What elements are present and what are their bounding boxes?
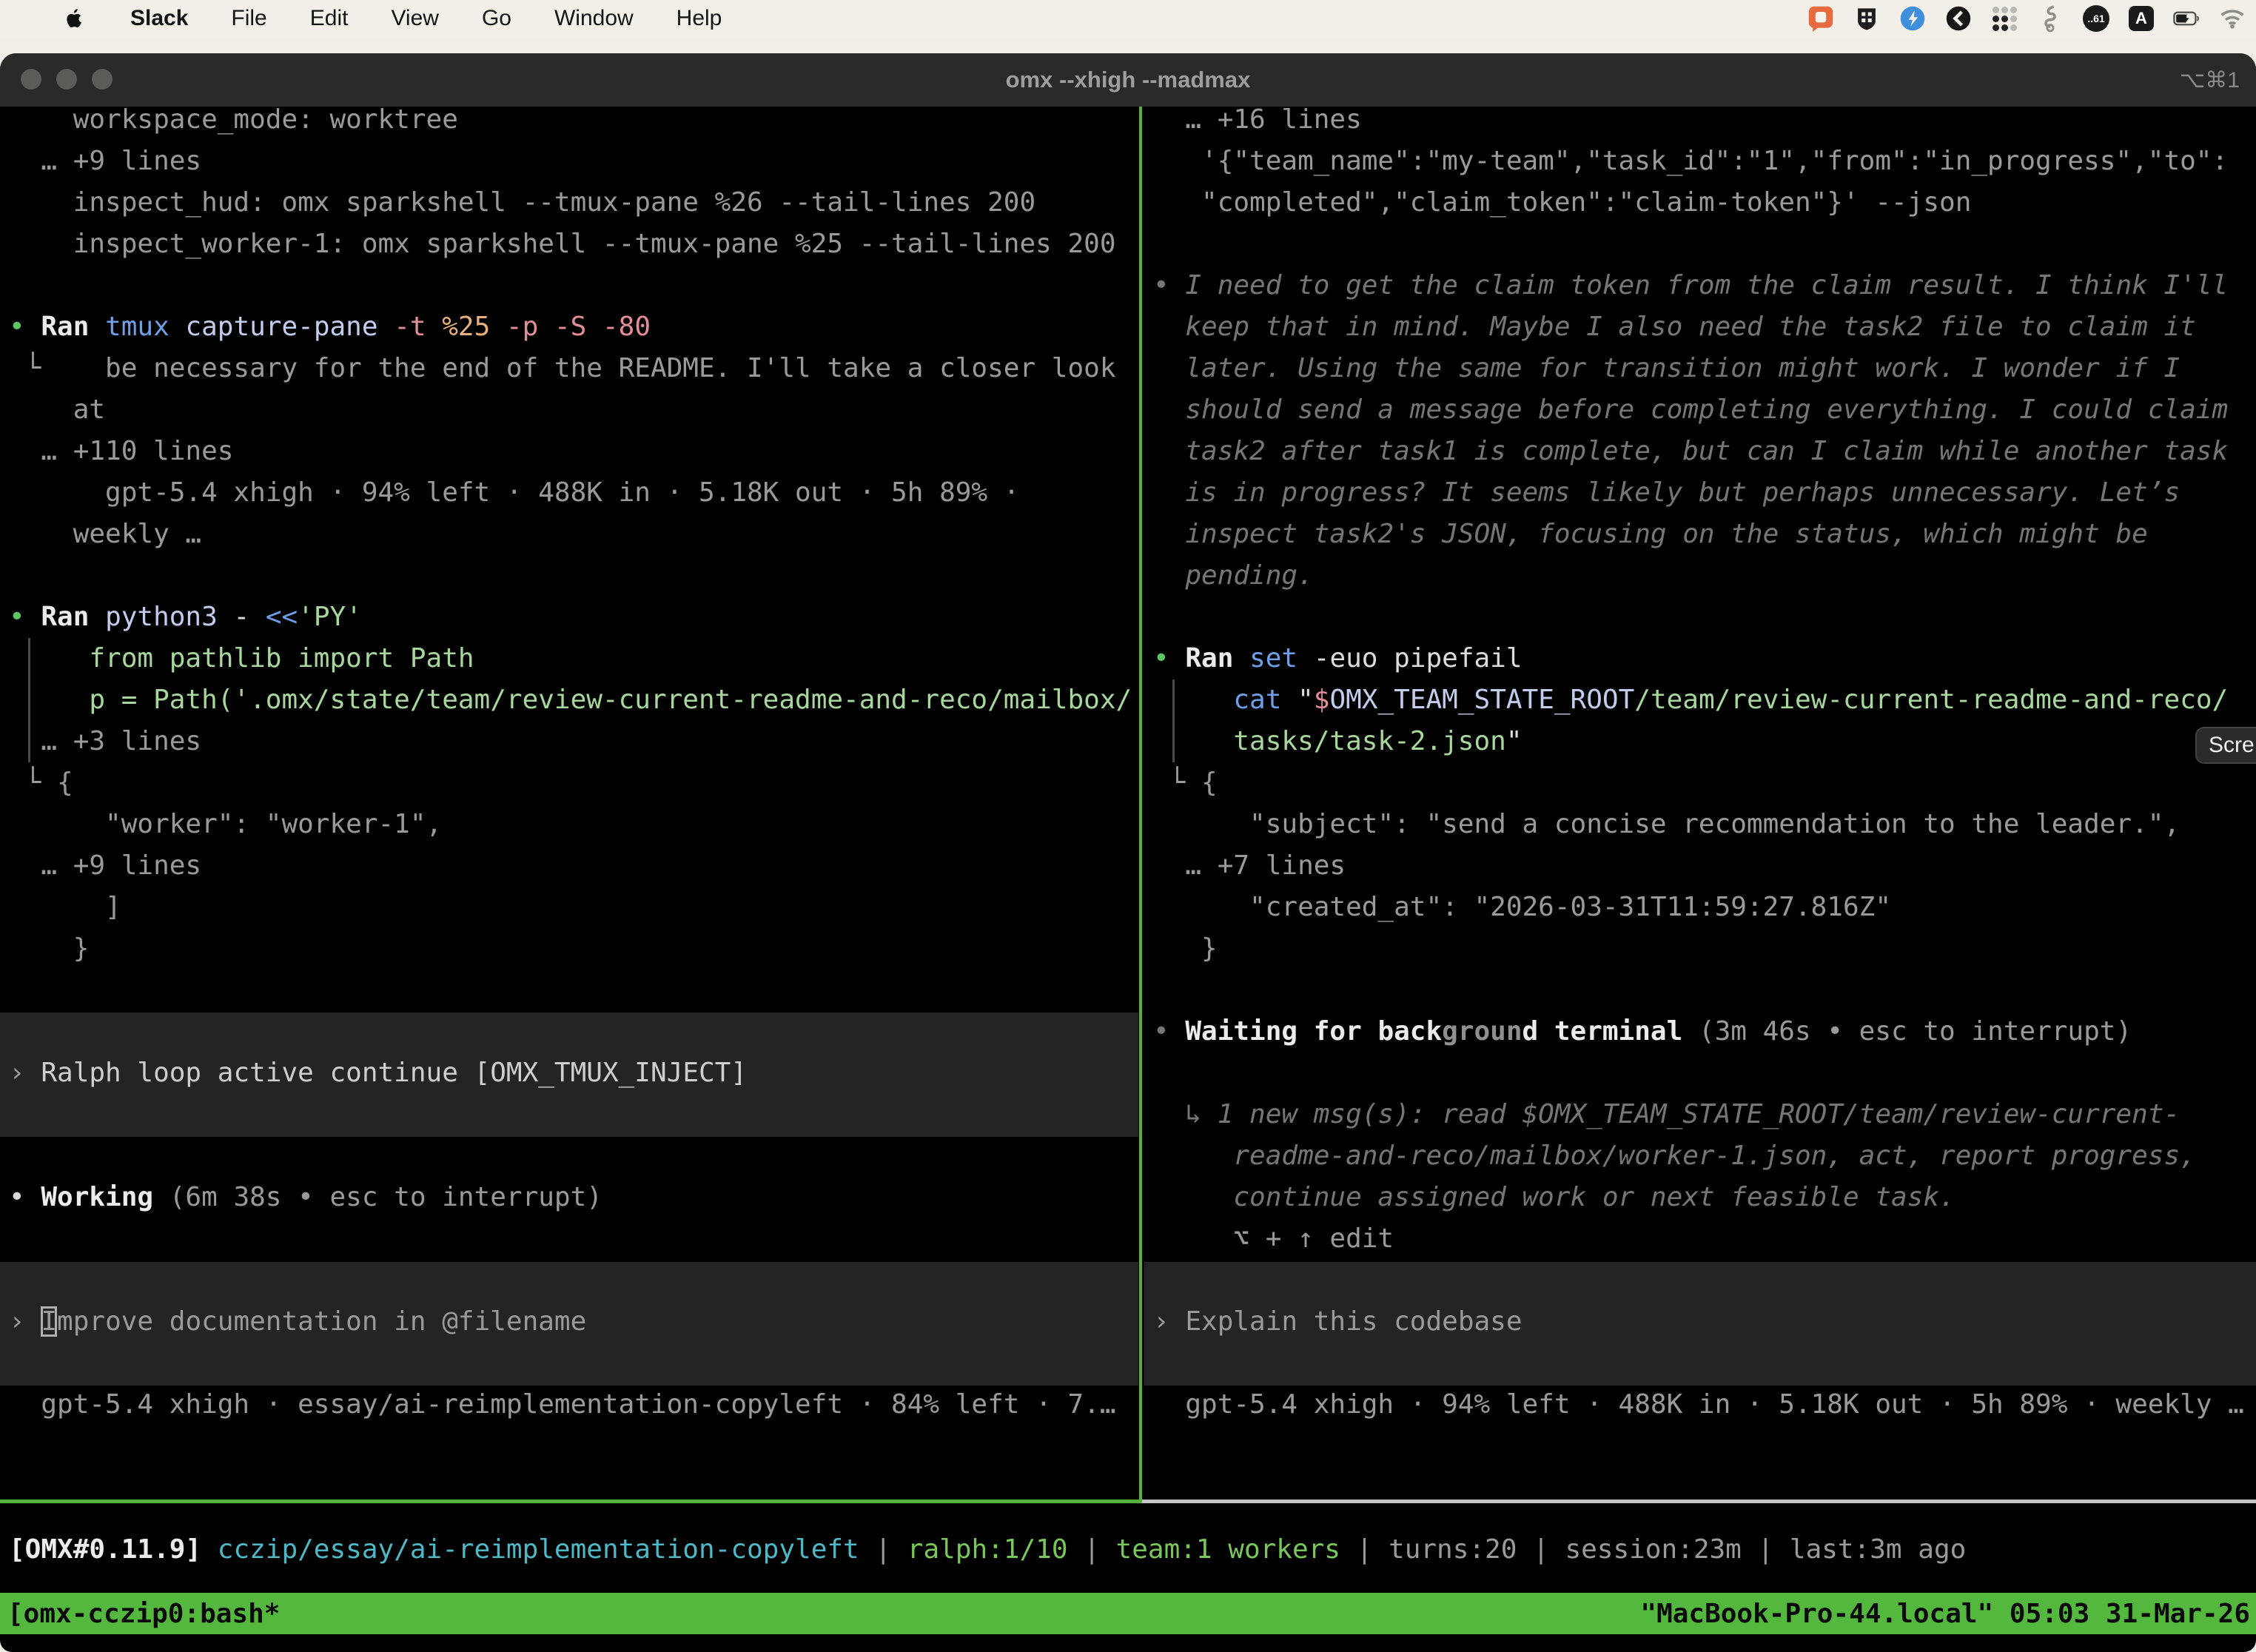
terminal-line: └ { [1153, 762, 1218, 804]
session-status-line: gpt-5.4 xhigh · 94% left · 488K in · 5.1… [1153, 1384, 2244, 1426]
terminal-line: inspect_hud: omx sparkshell --tmux-pane … [9, 182, 1035, 224]
dots-grid-icon[interactable] [1991, 5, 2018, 32]
terminal-line: … +110 lines [9, 431, 233, 472]
menu-item-window[interactable]: Window [554, 6, 634, 31]
terminal-line: gpt-5.4 xhigh · 94% left · 488K in · 5.1… [9, 472, 1019, 514]
terminal-line: … +3 lines [9, 721, 201, 762]
menu-status-icons: ..61 A [1807, 0, 2246, 37]
apple-menu-icon[interactable] [65, 6, 87, 31]
count-badge-icon[interactable]: ..61 [2083, 5, 2109, 32]
left-terminal-pane[interactable]: workspace_mode: worktree … +9 lines insp… [0, 107, 1138, 1500]
terminal-line: … +16 lines [1153, 107, 1362, 141]
terminal-line: └ { [9, 762, 73, 804]
chevron-circle-icon[interactable] [1945, 5, 1972, 32]
window-shortcut-hint: ⌥⌘1 [2180, 67, 2240, 93]
menu-item-file[interactable]: File [231, 6, 266, 31]
terminal-line: should send a message before completing … [1153, 389, 2228, 431]
close-window-button[interactable] [21, 69, 41, 90]
ran-set-pipefail-line: • Ran set -euo pipefail [1153, 638, 1523, 679]
menu-item-help[interactable]: Help [677, 6, 722, 31]
ran-python-line: • Ran python3 - <<'PY' [9, 597, 362, 638]
terminal-line: … +7 lines [1153, 845, 1346, 887]
menu-bar: Slack File Edit View Go Window Help [0, 0, 2256, 37]
terminal-line: at [9, 389, 105, 431]
tmux-status-bar: [omx-cczip0:bash* "MacBook-Pro-44.local"… [0, 1593, 2256, 1634]
terminal-line: "created_at": "2026-03-31T11:59:27.816Z" [1153, 887, 1891, 928]
terminal-line: "subject": "send a concise recommendatio… [1153, 804, 2180, 845]
terminal-line: ↳ 1 new msg(s): read $OMX_TEAM_STATE_ROO… [1153, 1094, 2180, 1135]
waiting-status-line: • Waiting for background terminal (3m 46… [1153, 1011, 2132, 1052]
terminal-line: pending. [1153, 555, 1314, 597]
terminal-line: inspect task2's JSON, focusing on the st… [1153, 514, 2148, 555]
terminal-line: tasks/task-2.json" [1153, 721, 1523, 762]
terminal-line: is in progress? It seems likely but perh… [1153, 472, 2180, 514]
input-source-icon[interactable]: A [2129, 6, 2154, 31]
tmux-host-clock: "MacBook-Pro-44.local" 05:03 31-Mar-26 [1640, 1599, 2250, 1629]
terminal-line: ] [9, 887, 121, 928]
terminal-line: readme-and-reco/mailbox/worker-1.json, a… [1153, 1135, 2196, 1177]
working-status-line: • Working (6m 38s • esc to interrupt) [9, 1177, 602, 1218]
terminal-line: } [1153, 928, 1218, 970]
terminal-line: later. Using the same for transition mig… [1153, 348, 2180, 389]
chat-app-icon[interactable] [1807, 5, 1834, 32]
terminal-line: '{"team_name":"my-team","task_id":"1","f… [1153, 141, 2228, 182]
menu-item-edit[interactable]: Edit [310, 6, 349, 31]
terminal-line: weekly … [9, 514, 201, 555]
menu-item-slack[interactable]: Slack [130, 6, 188, 31]
blue-bolt-icon[interactable] [1899, 5, 1926, 32]
terminal-line: } [9, 928, 89, 970]
edit-hint-line: ⌥ + ↑ edit [1153, 1218, 1394, 1260]
squiggle-icon[interactable] [2037, 5, 2064, 32]
terminal-window: omx --xhigh --madmax ⌥⌘1 workspace_mode:… [0, 53, 2256, 1652]
minimize-window-button[interactable] [56, 69, 77, 90]
terminal-line: p = Path('.omx/state/team/review-current… [9, 679, 1132, 721]
terminal-line: … +9 lines [9, 141, 201, 182]
terminal-line: cat "$OMX_TEAM_STATE_ROOT/team/review-cu… [1153, 679, 2228, 721]
session-status-line: gpt-5.4 xhigh · essay/ai-reimplementatio… [9, 1384, 1116, 1426]
terminal-line: keep that in mind. Maybe I also need the… [1153, 306, 2196, 348]
shield-grid-icon[interactable] [1853, 5, 1880, 32]
thinking-line: • I need to get the claim token from the… [1153, 265, 2228, 306]
right-pane-bottom-border [1142, 1500, 2256, 1503]
terminal-line: from pathlib import Path [9, 638, 474, 679]
terminal-line: workspace_mode: worktree [9, 107, 458, 141]
tmux-session-name: [omx-cczip0:bash* [7, 1599, 280, 1629]
terminal-line: "completed","claim_token":"claim-token"}… [1153, 182, 1971, 224]
ralph-loop-line: › Ralph loop active continue [OMX_TMUX_I… [9, 1052, 747, 1094]
zoom-window-button[interactable] [92, 69, 113, 90]
right-terminal-pane[interactable]: … +16 lines '{"team_name":"my-team","tas… [1144, 107, 2256, 1500]
pane-divider[interactable] [1139, 107, 1142, 1500]
battery-icon[interactable] [2173, 5, 2200, 32]
window-title-bar[interactable]: omx --xhigh --madmax ⌥⌘1 [0, 53, 2256, 107]
prompt-input[interactable]: › Explain this codebase [1153, 1301, 1523, 1343]
terminal-line: inspect_worker-1: omx sparkshell --tmux-… [9, 224, 1116, 265]
terminal-line: task2 after task1 is complete, but can I… [1153, 431, 2228, 472]
screen-tooltip: Scre [2195, 727, 2256, 764]
tooltip-label: Scre [2209, 733, 2255, 758]
terminal-line: … +9 lines [9, 845, 201, 887]
wifi-icon[interactable] [2219, 5, 2246, 32]
prompt-input[interactable]: › Improve documentation in @filename [9, 1301, 586, 1343]
window-title: omx --xhigh --madmax [1006, 67, 1251, 93]
left-pane-bottom-border [0, 1500, 1142, 1503]
ran-tmux-capture-line: • Ran tmux capture-pane -t %25 -p -S -80 [9, 306, 651, 348]
terminal-line: "worker": "worker-1", [9, 804, 442, 845]
terminal-line: continue assigned work or next feasible … [1153, 1177, 1955, 1218]
omx-status-line: [OMX#0.11.9] cczip/essay/ai-reimplementa… [9, 1529, 1966, 1571]
terminal-line: └ be necessary for the end of the README… [9, 348, 1116, 389]
menu-item-view[interactable]: View [391, 6, 438, 31]
menu-item-go[interactable]: Go [482, 6, 511, 31]
